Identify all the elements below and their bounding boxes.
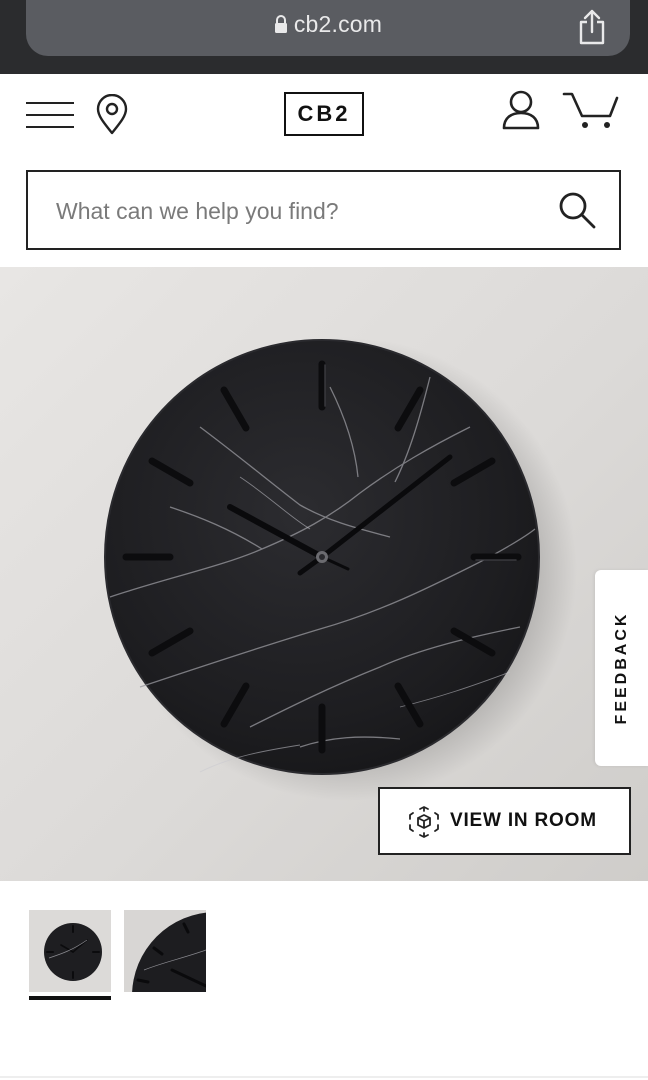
thumbnail-clock-front — [29, 910, 111, 992]
address-bar[interactable]: cb2.com — [26, 0, 630, 56]
ar-cube-icon — [409, 806, 439, 838]
divider — [0, 1076, 648, 1078]
user-icon[interactable] — [500, 88, 542, 132]
feedback-tab[interactable]: FEEDBACK — [595, 570, 648, 766]
site-logo[interactable]: CB2 — [284, 92, 364, 136]
search-icon[interactable] — [557, 190, 597, 230]
feedback-label: FEEDBACK — [612, 611, 630, 725]
url-display[interactable]: cb2.com — [26, 11, 630, 38]
lock-icon — [274, 15, 287, 33]
search-bar — [26, 170, 621, 250]
thumbnail-selected-indicator — [29, 996, 111, 1000]
cart-icon[interactable] — [562, 90, 620, 132]
browser-toolbar: cb2.com — [0, 0, 648, 74]
view-in-room-label: VIEW IN ROOM — [450, 810, 597, 831]
thumbnail-clock-detail — [124, 910, 206, 992]
product-image[interactable]: FEEDBACK VIEW IN ROOM — [0, 267, 648, 881]
hamburger-icon[interactable] — [26, 102, 74, 130]
share-icon[interactable] — [576, 8, 608, 46]
view-in-room-button[interactable]: VIEW IN ROOM — [378, 787, 631, 855]
url-text: cb2.com — [293, 11, 383, 37]
search-input[interactable] — [54, 172, 538, 250]
location-pin-icon[interactable] — [94, 94, 130, 136]
thumbnail-2[interactable] — [124, 910, 206, 992]
thumbnail-1[interactable] — [29, 910, 111, 992]
